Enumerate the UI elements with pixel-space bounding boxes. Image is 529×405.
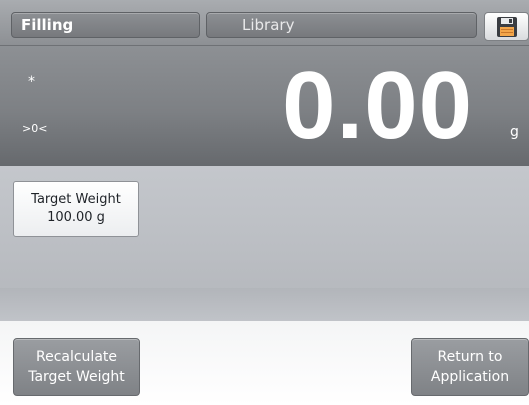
target-weight-label: Target Weight (31, 192, 121, 207)
recalculate-label-line2: Target Weight (28, 369, 125, 385)
target-weight-value: 100.00 g (47, 210, 105, 225)
top-bar: Filling Library (0, 0, 529, 46)
recalculate-target-weight-button[interactable]: Recalculate Target Weight (13, 338, 140, 396)
target-weight-button[interactable]: Target Weight 100.00 g (13, 181, 139, 237)
recalculate-label-line1: Recalculate (35, 349, 118, 365)
application-tab[interactable]: Filling (11, 12, 200, 38)
content-area: Target Weight 100.00 g (0, 166, 529, 321)
weight-display: * >0< 0.00 g (0, 46, 529, 166)
return-to-application-button[interactable]: Return to Application (411, 338, 529, 396)
save-button[interactable] (484, 12, 529, 41)
zero-indicator: >0< (22, 122, 48, 135)
weight-reading: 0.00 (282, 52, 473, 159)
bottom-bar: Recalculate Target Weight Return to Appl… (0, 321, 529, 405)
floppy-disk-icon (497, 17, 517, 37)
content-lower-band (0, 288, 529, 321)
weight-unit: g (510, 124, 519, 140)
stability-indicator: * (28, 74, 35, 90)
return-label-line2: Application (430, 369, 510, 385)
library-tab[interactable]: Library (206, 12, 477, 38)
return-label-line1: Return to (437, 349, 503, 365)
